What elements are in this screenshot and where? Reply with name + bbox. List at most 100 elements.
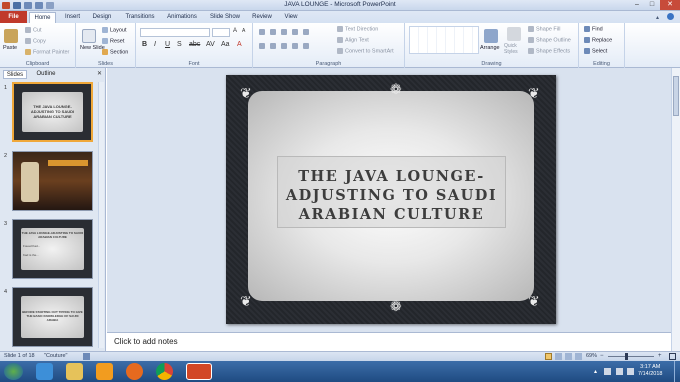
battery-icon[interactable]: [627, 368, 634, 375]
notes-pane[interactable]: Click to add notes: [107, 332, 671, 351]
slide-title: The Java Lounge-Adjusting to Saudi Arabi…: [285, 168, 498, 223]
tab-outline[interactable]: Outline: [30, 70, 62, 79]
media-player-icon[interactable]: [96, 363, 113, 380]
paste-button[interactable]: Paste: [3, 45, 17, 51]
slide-thumbnail-2[interactable]: [12, 151, 93, 211]
align-right-icon[interactable]: [281, 43, 287, 49]
text-direction-button[interactable]: Text Direction: [337, 26, 378, 32]
reset-button[interactable]: Reset: [102, 38, 124, 44]
help-icon[interactable]: [667, 13, 674, 20]
zoom-slider-thumb[interactable]: [625, 353, 628, 360]
powerpoint-taskbar-icon[interactable]: [186, 363, 212, 380]
copy-button[interactable]: Copy: [25, 38, 46, 44]
tab-review[interactable]: Review: [248, 12, 276, 23]
line-spacing-icon[interactable]: [303, 29, 309, 35]
minimize-ribbon-icon[interactable]: ▴: [656, 14, 659, 21]
replace-button[interactable]: Replace: [584, 37, 612, 43]
convert-smartart-button[interactable]: Convert to SmartArt: [337, 48, 394, 54]
character-spacing-icon[interactable]: AV: [206, 41, 215, 48]
tab-transitions[interactable]: Transitions: [120, 12, 160, 23]
maximize-button[interactable]: □: [645, 0, 659, 10]
chrome-icon[interactable]: [156, 363, 173, 380]
start-button[interactable]: [4, 363, 23, 380]
clipboard-group: Paste Cut Copy Format Painter Clipboard: [0, 23, 76, 68]
align-center-icon[interactable]: [270, 43, 276, 49]
shape-fill-button[interactable]: Shape Fill: [528, 26, 560, 32]
numbering-icon[interactable]: [270, 29, 276, 35]
align-text-button[interactable]: Align Text: [337, 37, 369, 43]
select-button[interactable]: Select: [584, 48, 607, 54]
slide-thumbnail-3[interactable]: THE JAVA LOUNGE-ADJUSTING TO SAUDI ARABI…: [12, 219, 93, 279]
shape-outline-button[interactable]: Shape Outline: [528, 37, 571, 43]
change-case-icon[interactable]: Aa: [221, 41, 230, 48]
bold-icon[interactable]: B: [142, 41, 147, 48]
close-pane-icon[interactable]: ✕: [97, 70, 102, 77]
reading-view-icon[interactable]: [565, 353, 572, 360]
tab-view[interactable]: View: [279, 12, 303, 23]
tab-slides[interactable]: Slides: [3, 70, 27, 79]
tray-arrow-icon[interactable]: ▴: [594, 368, 597, 375]
system-clock[interactable]: 3:17 AM 7/14/2018: [638, 364, 662, 378]
close-button[interactable]: ✕: [660, 0, 680, 10]
justify-icon[interactable]: [292, 43, 298, 49]
file-explorer-icon[interactable]: [66, 363, 83, 380]
ornament-bottom-right: ❦: [528, 293, 540, 309]
format-painter-button[interactable]: Format Painter: [25, 49, 69, 55]
tab-slide-show[interactable]: Slide Show: [205, 12, 245, 23]
font-name-combo[interactable]: [140, 28, 210, 37]
strikethrough-icon[interactable]: abc: [189, 41, 200, 48]
firefox-icon[interactable]: [126, 363, 143, 380]
pen-icon: [528, 37, 534, 43]
italic-icon[interactable]: I: [154, 41, 156, 48]
spellcheck-icon[interactable]: [83, 353, 90, 360]
zoom-in-icon[interactable]: +: [658, 353, 662, 359]
fit-to-window-icon[interactable]: [669, 353, 676, 360]
pane-scrollbar[interactable]: [98, 82, 104, 348]
decrease-indent-icon[interactable]: [281, 29, 287, 35]
shrink-font-icon[interactable]: A: [242, 28, 245, 34]
lounge-lights: [48, 160, 88, 166]
show-desktop-button[interactable]: [674, 361, 680, 382]
slide-thumbnail-1[interactable]: THE JAVA LOUNGE-ADJUSTING TO SAUDI ARABI…: [12, 82, 93, 142]
zoom-level[interactable]: 69%: [586, 353, 597, 359]
thumbnail-number: 3: [4, 221, 8, 227]
normal-view-icon[interactable]: [545, 353, 552, 360]
slide-sorter-icon[interactable]: [555, 353, 562, 360]
thumbnail-bullet: Fouad Kad...: [23, 244, 41, 248]
current-slide[interactable]: ❦ ❁ ❦ ❦ ❁ ❦ The Java Lounge-Adjusting to…: [226, 75, 556, 324]
section-button[interactable]: Section: [102, 49, 128, 55]
font-color-icon[interactable]: A: [237, 41, 242, 48]
volume-icon[interactable]: [616, 368, 623, 375]
tab-design[interactable]: Design: [88, 12, 116, 23]
tab-home[interactable]: Home: [29, 12, 56, 23]
quick-styles-button[interactable]: Quick Styles: [504, 43, 526, 55]
network-icon[interactable]: [604, 368, 611, 375]
increase-indent-icon[interactable]: [292, 29, 298, 35]
layout-button[interactable]: Layout: [102, 27, 127, 33]
scroll-thumb[interactable]: [673, 76, 679, 116]
arrange-button[interactable]: Arrange: [480, 45, 500, 51]
tab-file[interactable]: File: [0, 11, 27, 23]
tab-animations[interactable]: Animations: [162, 12, 202, 23]
tab-insert[interactable]: Insert: [60, 12, 85, 23]
cut-button[interactable]: Cut: [25, 27, 42, 33]
slide-show-icon[interactable]: [575, 353, 582, 360]
underline-icon[interactable]: U: [165, 41, 170, 48]
shape-effects-button[interactable]: Shape Effects: [528, 48, 570, 54]
font-size-combo[interactable]: [212, 28, 230, 37]
columns-icon[interactable]: [303, 43, 309, 49]
copy-icon: [25, 38, 31, 44]
find-button[interactable]: Find: [584, 26, 603, 32]
zoom-slider[interactable]: [608, 356, 654, 357]
shapes-gallery[interactable]: [409, 26, 479, 54]
minimize-button[interactable]: –: [630, 0, 644, 10]
editor-scrollbar[interactable]: [671, 68, 680, 351]
zoom-out-icon[interactable]: −: [600, 353, 604, 359]
align-left-icon[interactable]: [259, 43, 265, 49]
internet-explorer-icon[interactable]: [36, 363, 53, 380]
title-placeholder[interactable]: The Java Lounge-Adjusting to Saudi Arabi…: [277, 156, 506, 228]
slide-thumbnail-4[interactable]: BEFORE STARTING OUT TRYING TO GIVE THE B…: [12, 287, 93, 347]
grow-font-icon[interactable]: A: [233, 28, 237, 34]
shadow-icon[interactable]: S: [177, 41, 182, 48]
bullets-icon[interactable]: [259, 29, 265, 35]
